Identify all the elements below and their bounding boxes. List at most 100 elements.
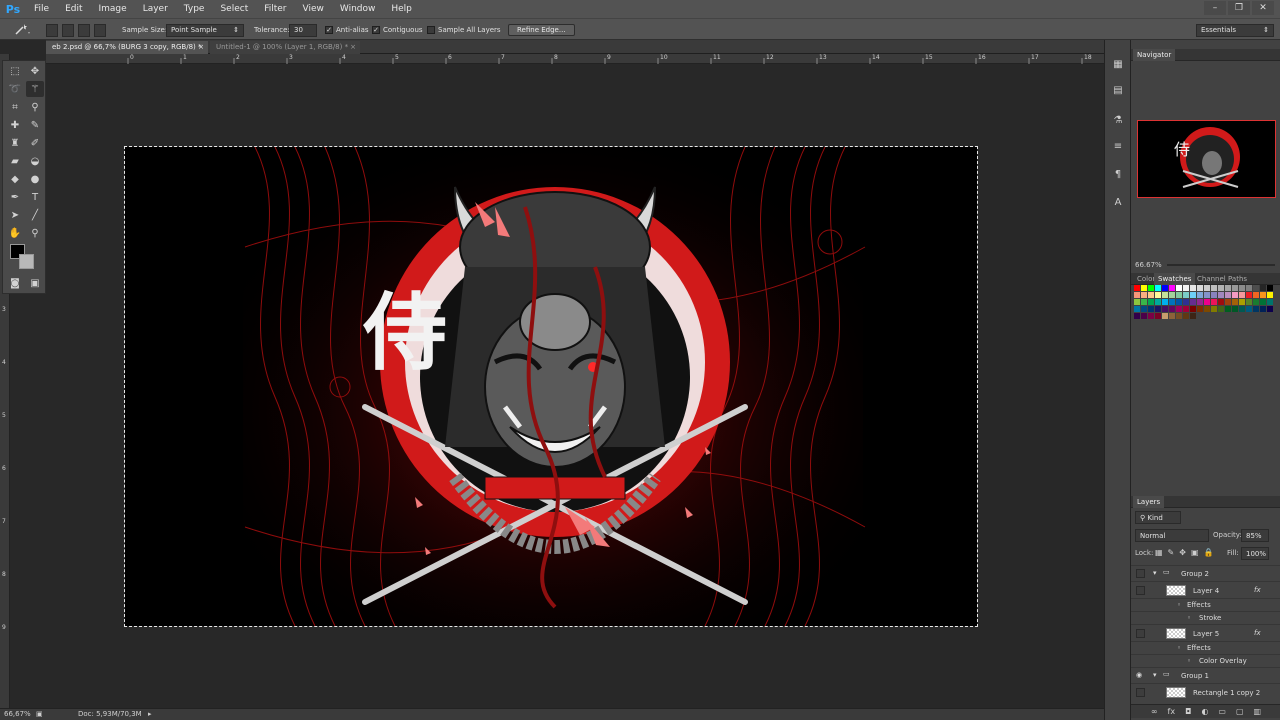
- visibility-toggle[interactable]: [1136, 569, 1145, 578]
- tool-presets-icon[interactable]: ⚗: [1110, 112, 1126, 128]
- color-swatch[interactable]: [1141, 292, 1147, 298]
- color-swatch[interactable]: [1253, 292, 1259, 298]
- line-tool-icon[interactable]: ╱: [26, 207, 44, 223]
- color-swatch[interactable]: [1267, 285, 1273, 291]
- close-icon[interactable]: ×: [350, 41, 356, 54]
- effect-row-stroke[interactable]: ◦ Stroke: [1131, 611, 1280, 624]
- document-canvas[interactable]: 侍: [124, 146, 978, 627]
- color-swatch[interactable]: [1148, 306, 1154, 312]
- blur-tool-icon[interactable]: ◆: [6, 171, 24, 187]
- lock-icons[interactable]: ▦✎✥▣🔒: [1155, 548, 1218, 557]
- color-swatch[interactable]: [1134, 299, 1140, 305]
- color-swatch[interactable]: [1239, 299, 1245, 305]
- color-swatch[interactable]: [1162, 306, 1168, 312]
- color-swatch[interactable]: [1253, 299, 1259, 305]
- color-swatch[interactable]: [1246, 285, 1252, 291]
- menu-type[interactable]: Type: [176, 0, 213, 18]
- color-swatch[interactable]: [1134, 285, 1140, 291]
- color-swatch[interactable]: [1246, 306, 1252, 312]
- color-swatch[interactable]: [1134, 313, 1140, 319]
- color-swatch[interactable]: [1162, 292, 1168, 298]
- disclosure-triangle-icon[interactable]: ▾: [1153, 569, 1157, 577]
- navigator-zoom-slider[interactable]: [1167, 264, 1275, 266]
- tab-layers[interactable]: Layers: [1133, 496, 1165, 508]
- color-swatch[interactable]: [1148, 292, 1154, 298]
- color-swatch[interactable]: [1225, 299, 1231, 305]
- layer-row-layer-5[interactable]: Layer 5 fx: [1131, 624, 1280, 641]
- navigator-zoom[interactable]: 66.67%: [1135, 261, 1162, 269]
- type-tool-icon[interactable]: T: [26, 189, 44, 205]
- menu-image[interactable]: Image: [91, 0, 135, 18]
- color-swatch[interactable]: [1239, 306, 1245, 312]
- color-swatch[interactable]: [1218, 285, 1224, 291]
- color-swatch[interactable]: [1162, 299, 1168, 305]
- status-info-icon[interactable]: ▣: [36, 710, 43, 718]
- tab-document-untitled[interactable]: Untitled-1 @ 100% (Layer 1, RGB/8) * ×: [210, 41, 360, 54]
- sample-size-select[interactable]: Point Sample ⇕: [166, 23, 244, 37]
- eyedropper-tool-icon[interactable]: ⚲: [26, 99, 44, 115]
- color-swatch[interactable]: [1176, 292, 1182, 298]
- layer-filter-select[interactable]: ⚲ Kind: [1135, 511, 1181, 524]
- zoom-tool-icon[interactable]: ⚲: [26, 225, 44, 241]
- status-menu-arrow-icon[interactable]: ▸: [148, 710, 152, 718]
- color-swatch[interactable]: [1197, 299, 1203, 305]
- color-swatch[interactable]: [1211, 292, 1217, 298]
- close-icon[interactable]: ×: [198, 41, 204, 54]
- color-swatch[interactable]: [1141, 313, 1147, 319]
- color-swatch[interactable]: [1183, 299, 1189, 305]
- color-swatch[interactable]: [1197, 285, 1203, 291]
- link-layers-icon[interactable]: ∞: [1151, 707, 1158, 716]
- marquee-tool-icon[interactable]: ⬚: [6, 63, 24, 79]
- color-swatch[interactable]: [1232, 292, 1238, 298]
- pen-tool-icon[interactable]: ✒: [6, 189, 24, 205]
- screen-mode-icon[interactable]: ▣: [26, 275, 44, 291]
- adjustments-icon[interactable]: ≡: [1110, 138, 1126, 154]
- move-tool-icon[interactable]: ✥: [26, 63, 44, 79]
- workspace-select[interactable]: Essentials ⇕: [1196, 23, 1274, 37]
- visibility-toggle[interactable]: [1136, 688, 1145, 697]
- color-swatch[interactable]: [1176, 313, 1182, 319]
- color-swatch[interactable]: [1239, 285, 1245, 291]
- background-color-swatch[interactable]: [19, 254, 34, 269]
- color-swatch[interactable]: [1148, 285, 1154, 291]
- color-swatch[interactable]: [1155, 292, 1161, 298]
- color-swatch[interactable]: [1267, 299, 1273, 305]
- color-swatch[interactable]: [1260, 285, 1266, 291]
- color-swatch[interactable]: [1183, 313, 1189, 319]
- color-swatch[interactable]: [1155, 299, 1161, 305]
- new-selection-icon[interactable]: [46, 23, 58, 37]
- menu-filter[interactable]: Filter: [256, 0, 294, 18]
- layer-row-rectangle-1-copy-2[interactable]: Rectangle 1 copy 2: [1131, 683, 1280, 700]
- effect-row-color-overlay[interactable]: ◦ Color Overlay: [1131, 654, 1280, 667]
- minimize-button[interactable]: –: [1204, 1, 1226, 15]
- color-swatch[interactable]: [1260, 306, 1266, 312]
- color-swatch[interactable]: [1141, 306, 1147, 312]
- color-swatch[interactable]: [1218, 299, 1224, 305]
- menu-file[interactable]: File: [26, 0, 57, 18]
- color-swatch[interactable]: [1155, 313, 1161, 319]
- color-swatch[interactable]: [1183, 292, 1189, 298]
- visibility-toggle[interactable]: [1136, 586, 1145, 595]
- color-swatch[interactable]: [1246, 299, 1252, 305]
- color-swatch[interactable]: [1155, 306, 1161, 312]
- zoom-level[interactable]: 66,67%: [4, 710, 31, 718]
- anti-alias-checkbox[interactable]: ✓ Anti-alias: [325, 19, 369, 41]
- color-swatch[interactable]: [1190, 292, 1196, 298]
- layer-row-group-1[interactable]: ◉ ▾ ▭ Group 1: [1131, 667, 1280, 683]
- color-swatch[interactable]: [1134, 292, 1140, 298]
- fx-icon[interactable]: fx: [1254, 629, 1261, 637]
- brush-tool-icon[interactable]: ✎: [26, 117, 44, 133]
- color-swatch[interactable]: [1225, 285, 1231, 291]
- color-swatch[interactable]: [1183, 306, 1189, 312]
- new-layer-icon[interactable]: ▢: [1236, 707, 1244, 716]
- effects-row[interactable]: ◦ Effects: [1131, 641, 1280, 654]
- color-swatch[interactable]: [1232, 299, 1238, 305]
- tab-paths[interactable]: Paths: [1224, 273, 1251, 285]
- tool-preset-picker[interactable]: [10, 19, 32, 41]
- eraser-tool-icon[interactable]: ▰: [6, 153, 24, 169]
- color-swatch[interactable]: [1148, 299, 1154, 305]
- color-swatch[interactable]: [1211, 306, 1217, 312]
- effects-row[interactable]: ◦ Effects: [1131, 598, 1280, 611]
- color-swatch[interactable]: [1176, 299, 1182, 305]
- tolerance-input[interactable]: 30: [289, 23, 317, 37]
